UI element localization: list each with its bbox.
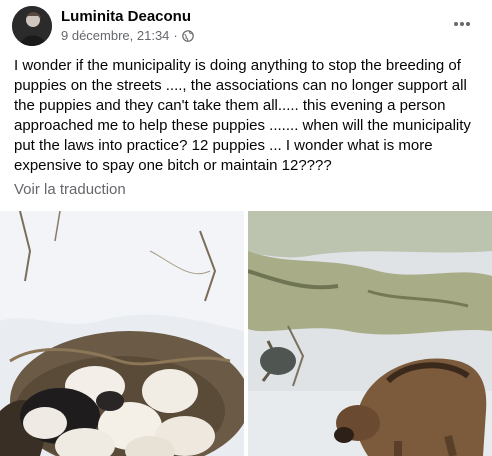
globe-icon[interactable] — [181, 29, 194, 42]
author-avatar[interactable] — [12, 6, 52, 46]
post-timestamp[interactable]: 9 décembre, 21:34 — [61, 28, 169, 43]
post-meta: 9 décembre, 21:34 · — [61, 28, 194, 43]
post-header: Luminita Deaconu 9 décembre, 21:34 · — [0, 0, 492, 52]
author-name[interactable]: Luminita Deaconu — [61, 8, 191, 25]
post-text: I wonder if the municipality is doing an… — [14, 56, 482, 176]
more-horizontal-icon[interactable] — [450, 12, 474, 36]
puppies-photo[interactable] — [0, 211, 244, 456]
post-body: I wonder if the municipality is doing an… — [14, 57, 471, 174]
dog-photo[interactable] — [248, 211, 492, 456]
meta-separator: · — [173, 28, 178, 43]
translate-link[interactable]: Voir la traduction — [14, 181, 126, 198]
